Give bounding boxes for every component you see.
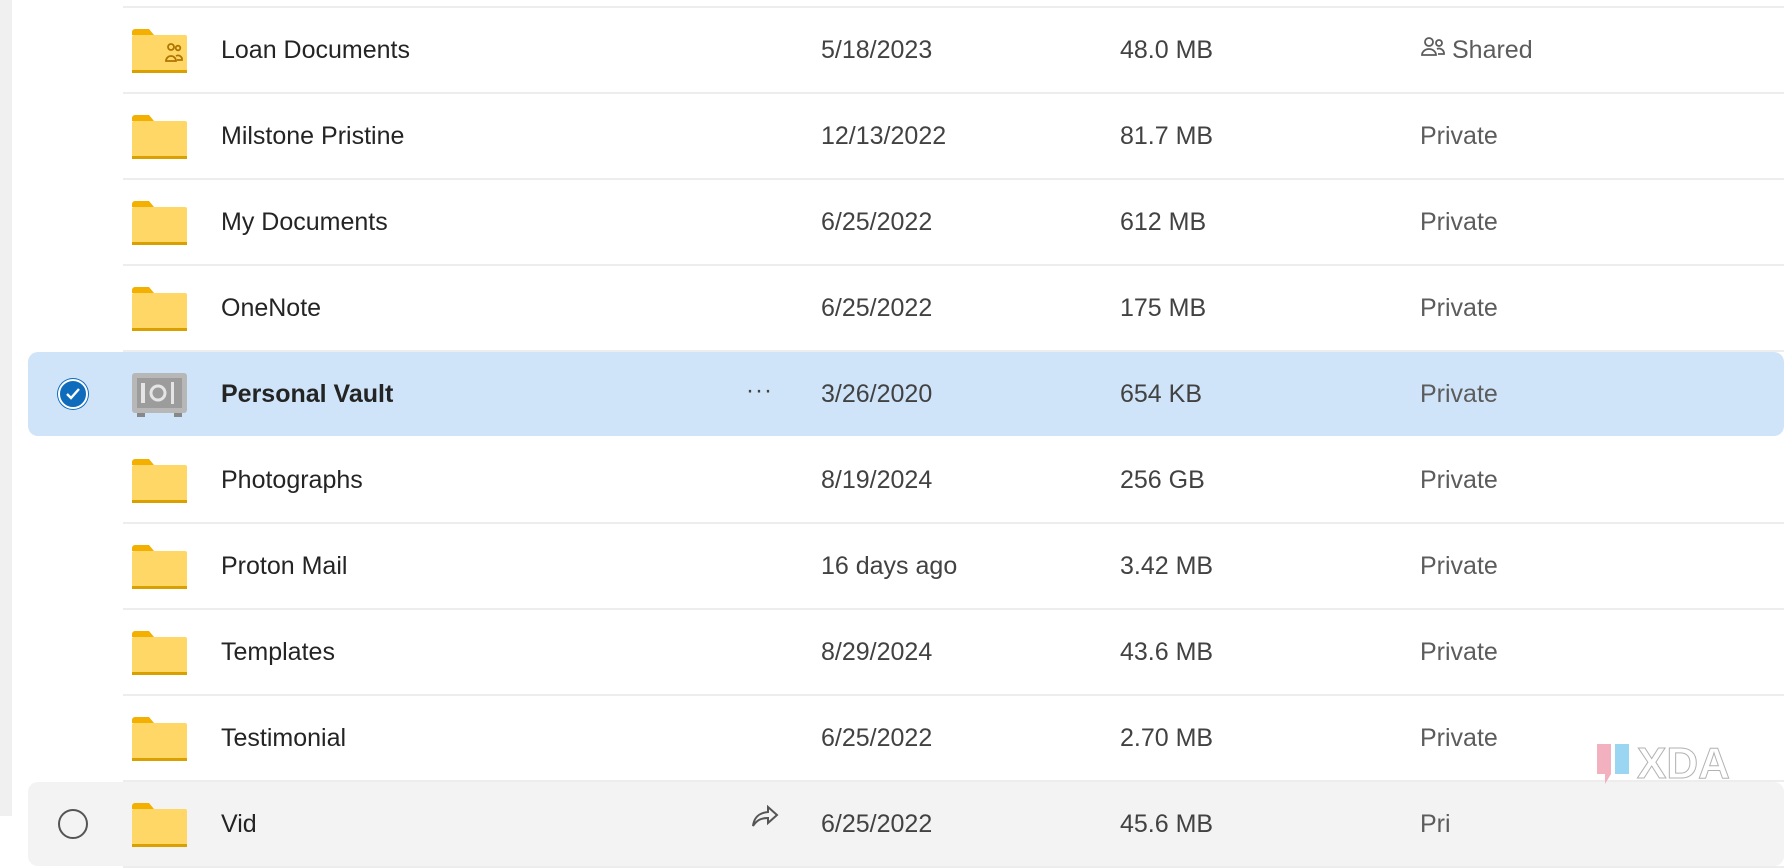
file-size: 81.7 MB	[1120, 122, 1214, 150]
checkbox[interactable]	[58, 809, 88, 839]
modified-date: 16 days ago	[821, 552, 958, 580]
modified-date: 6/25/2022	[821, 208, 933, 236]
file-size: 3.42 MB	[1120, 552, 1214, 580]
file-row[interactable]: Personal Vault ··· 3/26/2020 654 KB Private	[28, 352, 1784, 436]
folder-icon	[131, 544, 188, 590]
share-icon[interactable]	[750, 804, 780, 835]
vault-icon	[131, 372, 188, 418]
file-name[interactable]: Templates	[221, 610, 335, 694]
sharing-status: Pri	[1420, 782, 1451, 866]
shared-folder-icon	[131, 28, 188, 74]
folder-icon	[131, 286, 188, 332]
folder-icon	[131, 716, 188, 762]
more-options-button[interactable]: ···	[746, 352, 773, 430]
checkbox-checked[interactable]	[58, 379, 88, 409]
modified-date: 6/25/2022	[821, 724, 933, 752]
sharing-status: Private	[1420, 94, 1498, 178]
file-size: 45.6 MB	[1120, 810, 1214, 838]
sharing-label: Shared	[1452, 36, 1533, 64]
file-size: 43.6 MB	[1120, 638, 1214, 666]
file-row[interactable]: OneNote 6/25/2022 175 MB Private	[28, 266, 1784, 352]
folder-icon	[131, 114, 188, 160]
file-row[interactable]: Proton Mail 16 days ago 3.42 MB Private	[28, 524, 1784, 610]
sharing-status: Private	[1420, 524, 1498, 608]
file-row[interactable]: My Documents 6/25/2022 612 MB Private	[28, 180, 1784, 266]
svg-text:XDA: XDA	[1637, 740, 1730, 786]
file-size: 48.0 MB	[1120, 36, 1214, 64]
sharing-label: Private	[1420, 294, 1498, 322]
folder-icon	[131, 630, 188, 676]
sharing-label: Private	[1420, 638, 1498, 666]
sharing-label: Private	[1420, 208, 1498, 236]
file-size: 175 MB	[1120, 294, 1207, 322]
left-pane-edge	[0, 0, 12, 816]
file-size: 256 GB	[1120, 466, 1205, 494]
sharing-label: Pri	[1420, 810, 1451, 838]
file-name[interactable]: Loan Documents	[221, 8, 410, 92]
people-icon	[1420, 8, 1446, 92]
file-row[interactable]: Milstone Pristine 12/13/2022 81.7 MB Privat…	[28, 94, 1784, 180]
modified-date: 6/25/2022	[821, 294, 933, 322]
folder-icon	[131, 200, 188, 246]
file-name[interactable]: My Documents	[221, 180, 388, 264]
sharing-label: Private	[1420, 552, 1498, 580]
xda-logo: XDA	[1597, 740, 1730, 786]
folder-icon	[131, 458, 188, 504]
modified-date: 12/13/2022	[821, 122, 947, 150]
file-row[interactable]: Loan Documents 5/18/2023 48.0 MB Shared	[28, 8, 1784, 94]
sharing-status: Private	[1420, 438, 1498, 522]
sharing-label: Private	[1420, 380, 1498, 408]
file-name[interactable]: Vid	[221, 782, 257, 866]
file-size: 612 MB	[1120, 208, 1207, 236]
file-size: 654 KB	[1120, 380, 1203, 408]
file-size: 2.70 MB	[1120, 724, 1214, 752]
file-row[interactable]: Testimonial 6/25/2022 2.70 MB Private	[28, 696, 1784, 782]
sharing-status: Private	[1420, 610, 1498, 694]
file-name[interactable]: OneNote	[221, 266, 321, 350]
sharing-label: Private	[1420, 122, 1498, 150]
sharing-status: Private	[1420, 180, 1498, 264]
folder-icon	[131, 802, 188, 848]
file-row[interactable]: Vid 6/25/2022 45.6 MB Pri	[28, 782, 1784, 868]
file-name[interactable]: Personal Vault	[221, 352, 393, 436]
modified-date: 5/18/2023	[821, 36, 933, 64]
modified-date: 8/29/2024	[821, 638, 933, 666]
modified-date: 3/26/2020	[821, 380, 933, 408]
file-name[interactable]: Proton Mail	[221, 524, 347, 608]
sharing-label: Private	[1420, 724, 1498, 752]
sharing-status: Private	[1420, 352, 1498, 436]
file-name[interactable]: Testimonial	[221, 696, 346, 780]
modified-date: 6/25/2022	[821, 810, 933, 838]
sharing-status: Shared	[1420, 8, 1533, 92]
file-row[interactable]: Templates 8/29/2024 43.6 MB Private	[28, 610, 1784, 696]
file-name[interactable]: Milstone Pristine	[221, 94, 404, 178]
modified-date: 8/19/2024	[821, 466, 933, 494]
sharing-status: Private	[1420, 266, 1498, 350]
sharing-label: Private	[1420, 466, 1498, 494]
sharing-status: Private	[1420, 696, 1498, 780]
file-name[interactable]: Photographs	[221, 438, 363, 522]
file-row[interactable]: Photographs 8/19/2024 256 GB Private	[28, 438, 1784, 524]
